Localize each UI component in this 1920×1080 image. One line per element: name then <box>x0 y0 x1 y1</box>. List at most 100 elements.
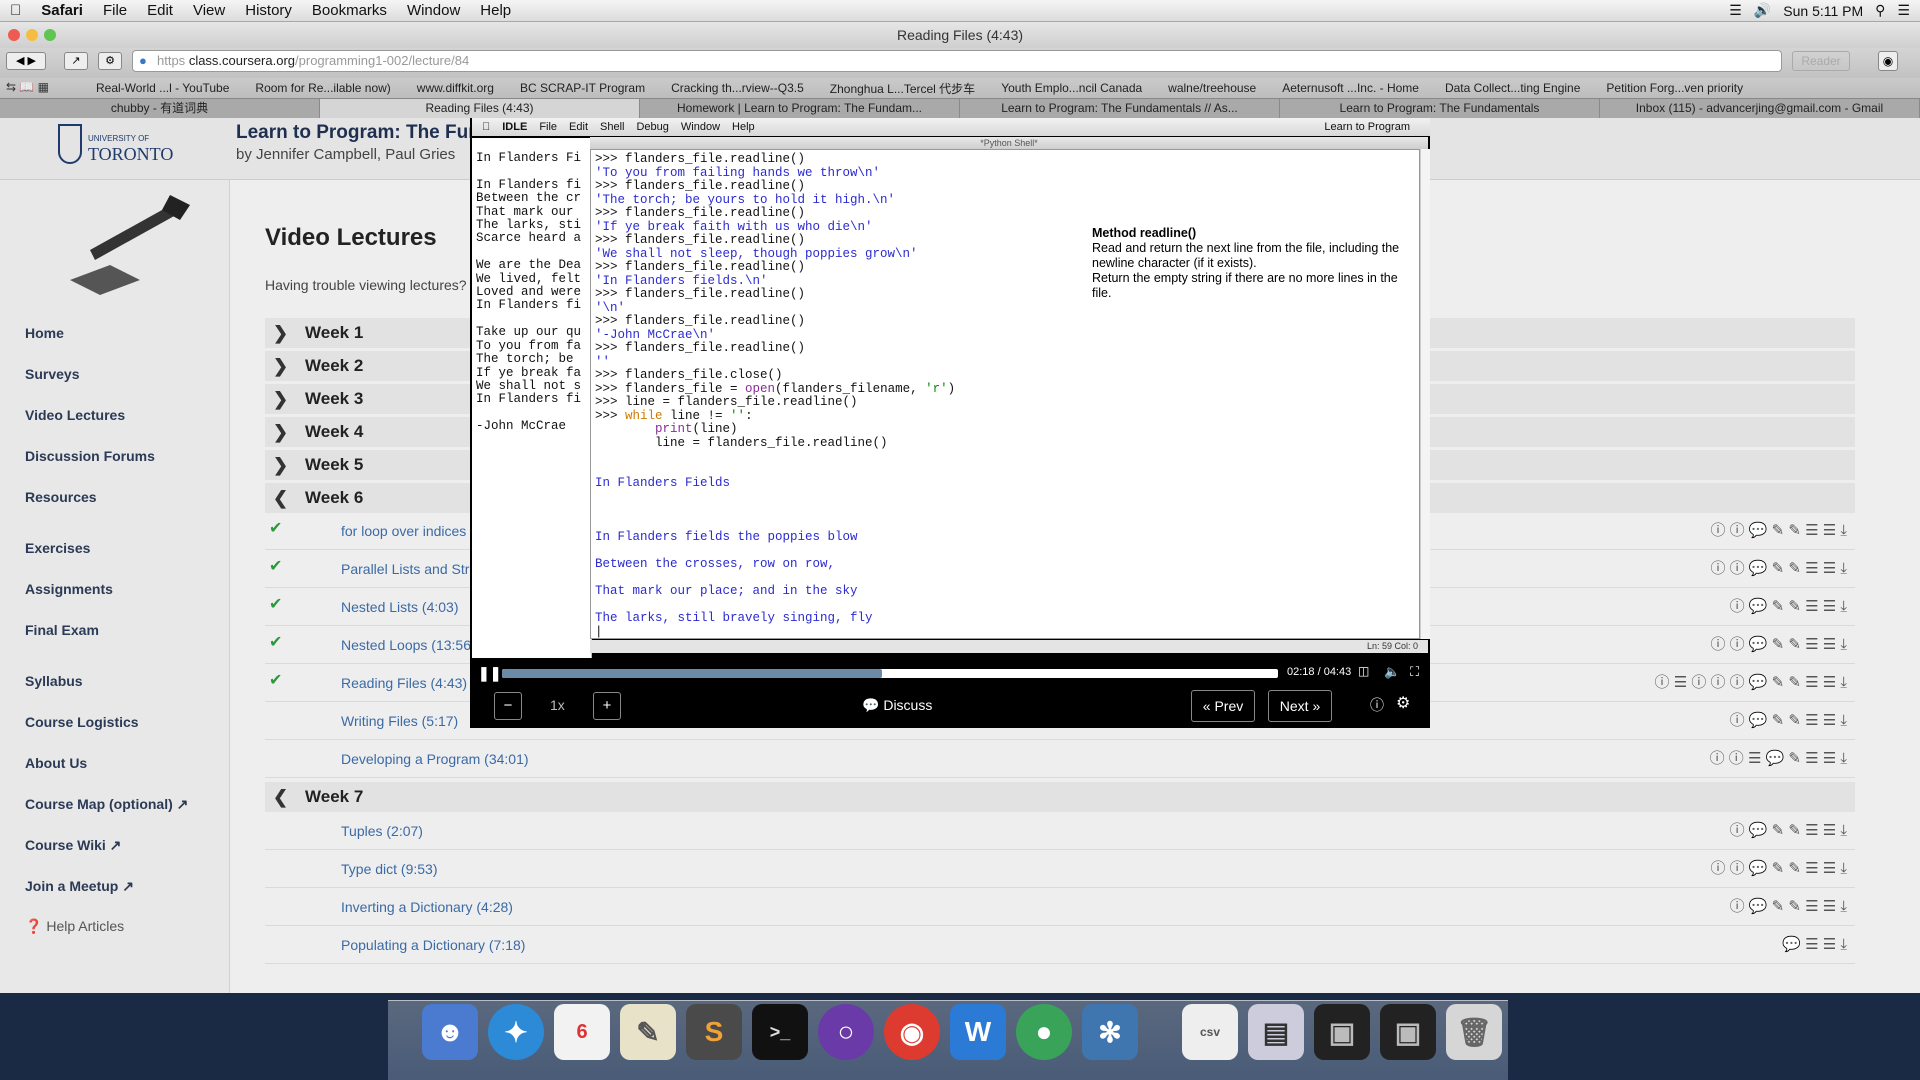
bookmark-item[interactable]: walne/treehouse <box>1168 81 1256 95</box>
safari-icon[interactable]: ✦ <box>488 1004 544 1060</box>
lecture-row[interactable]: Tuples (2:07) ⓘ 💬 ✎ ✎ ☰ ☰ ⤓ <box>265 812 1855 850</box>
lecture-title[interactable]: Populating a Dictionary (7:18) <box>341 937 525 953</box>
lecture-icons[interactable]: ⓘ ⓘ 💬 ✎ ✎ ☰ ☰ ⤓ <box>1710 512 1847 550</box>
menubar-clock[interactable]: Sun 5:11 PM <box>1783 3 1863 19</box>
reader-button[interactable]: Reader <box>1792 51 1850 71</box>
sublime-text-icon[interactable]: S <box>686 1004 742 1060</box>
lecture-title[interactable]: Nested Loops (13:56 <box>341 637 471 653</box>
discuss-button[interactable]: 💬 Discuss <box>862 697 932 714</box>
lecture-title[interactable]: for loop over indices <box>341 523 466 539</box>
zoom-window-button[interactable] <box>44 29 56 41</box>
menu-help[interactable]: Help <box>470 2 521 19</box>
menu-edit[interactable]: Edit <box>137 2 183 19</box>
download-icon[interactable]: ◉ <box>1878 51 1898 71</box>
lecture-icons[interactable]: ⓘ 💬 ✎ ✎ ☰ ☰ ⤓ <box>1730 812 1847 850</box>
nav-course-wiki[interactable]: Course Wiki ↗ <box>25 837 121 854</box>
back-forward-icon[interactable]: ◀ ▶ <box>6 52 46 70</box>
volume-icon[interactable]: 🔊 <box>1754 2 1771 19</box>
menu-file[interactable]: File <box>93 2 137 19</box>
menu-bookmarks[interactable]: Bookmarks <box>302 2 397 19</box>
volume-icon[interactable]: 🔈 <box>1384 664 1400 680</box>
menu-history[interactable]: History <box>235 2 302 19</box>
lecture-icons[interactable]: ⓘ 💬 ✎ ✎ ☰ ☰ ⤓ <box>1730 888 1847 926</box>
csv-file-icon[interactable]: csv <box>1182 1004 1238 1060</box>
pause-icon[interactable]: ❚❚ <box>478 665 501 682</box>
wifi-icon[interactable]: ☰ <box>1729 2 1742 19</box>
lecture-icons[interactable]: ⓘ 💬 ✎ ✎ ☰ ☰ ⤓ <box>1730 702 1847 740</box>
lecture-icons[interactable]: ⓘ ⓘ 💬 ✎ ✎ ☰ ☰ ⤓ <box>1710 850 1847 888</box>
bookmark-item[interactable]: Data Collect...ting Engine <box>1445 81 1580 95</box>
tab-item[interactable]: Learn to Program: The Fundamentals // As… <box>960 99 1280 118</box>
lecture-icons[interactable]: ⓘ ⓘ ☰ 💬 ✎ ☰ ☰ ⤓ <box>1710 740 1847 778</box>
lecture-row[interactable]: Populating a Dictionary (7:18) 💬 ☰ ☰ ⤓ <box>265 926 1855 964</box>
nav-course-logistics[interactable]: Course Logistics <box>25 714 139 730</box>
calendar-icon[interactable]: 6 <box>554 1004 610 1060</box>
lecture-title[interactable]: Parallel Lists and Str <box>341 561 469 577</box>
lecture-icons[interactable]: ⓘ ⓘ 💬 ✎ ✎ ☰ ☰ ⤓ <box>1710 550 1847 588</box>
finder-icon[interactable]: ☻ <box>422 1004 478 1060</box>
lecture-icons[interactable]: 💬 ☰ ☰ ⤓ <box>1782 926 1847 964</box>
lecture-title[interactable]: Nested Lists (4:03) <box>341 599 459 615</box>
bookmark-item[interactable]: Room for Re...ilable now) <box>255 81 390 95</box>
lecture-title[interactable]: Type dict (9:53) <box>341 861 438 877</box>
minimized-window-icon[interactable]: ▣ <box>1380 1004 1436 1060</box>
nav-discussion-forums[interactable]: Discussion Forums <box>25 448 155 464</box>
captions-icon[interactable]: ◫ <box>1358 664 1369 678</box>
bookmark-item[interactable]: Youth Emplo...ncil Canada <box>1001 81 1142 95</box>
nav-about-us[interactable]: About Us <box>25 755 87 771</box>
lecture-title[interactable]: Inverting a Dictionary (4:28) <box>341 899 513 915</box>
game-center-icon[interactable]: ● <box>1016 1004 1072 1060</box>
gear-icon[interactable]: ⚙ <box>1396 693 1410 713</box>
bookmark-item[interactable]: Real-World ...l - YouTube <box>96 81 229 95</box>
nav-home[interactable]: Home <box>25 325 64 341</box>
chrome-icon[interactable]: ◉ <box>884 1004 940 1060</box>
nav-video-lectures[interactable]: Video Lectures <box>25 407 125 423</box>
nav-final-exam[interactable]: Final Exam <box>25 622 99 638</box>
nav-resources[interactable]: Resources <box>25 489 97 505</box>
trash-icon[interactable]: 🗑 <box>1446 1004 1502 1060</box>
bookmark-item[interactable]: Petition Forg...ven priority <box>1606 81 1743 95</box>
bookmark-item[interactable]: Zhonghua L...Tercel 代步车 <box>830 80 975 97</box>
bookmark-item[interactable]: www.diffkit.org <box>417 81 494 95</box>
lecture-title[interactable]: Developing a Program (34:01) <box>341 751 529 767</box>
apple-icon[interactable]:  <box>0 2 31 19</box>
list-icon[interactable]: ☰ <box>1897 2 1910 19</box>
nav-join-meetup[interactable]: Join a Meetup ↗ <box>25 878 134 895</box>
eclipse-icon[interactable]: ○ <box>818 1004 874 1060</box>
word-icon[interactable]: W <box>950 1004 1006 1060</box>
lecture-icons[interactable]: ⓘ ⓘ 💬 ✎ ✎ ☰ ☰ ⤓ <box>1710 626 1847 664</box>
close-window-button[interactable] <box>8 29 20 41</box>
nav-syllabus[interactable]: Syllabus <box>25 673 83 689</box>
tab-item[interactable]: Learn to Program: The Fundamentals <box>1280 99 1600 118</box>
minimized-window-icon[interactable]: ▣ <box>1314 1004 1370 1060</box>
nav-help-articles[interactable]: ❓ Help Articles <box>25 918 124 935</box>
tab-item-active[interactable]: Reading Files (4:43) <box>320 99 640 118</box>
lecture-title[interactable]: Writing Files (5:17) <box>341 713 458 729</box>
menu-window[interactable]: Window <box>397 2 470 19</box>
lecture-row[interactable]: Inverting a Dictionary (4:28) ⓘ 💬 ✎ ✎ ☰ ☰… <box>265 888 1855 926</box>
week-header[interactable]: ❮ Week 7 <box>265 782 1855 812</box>
lecture-title[interactable]: Reading Files (4:43) <box>341 675 467 691</box>
fullscreen-icon[interactable]: ⛶ <box>1410 664 1419 680</box>
reading-list-icon[interactable]: ⇆ 📖 ▦ <box>6 80 49 94</box>
prev-button[interactable]: « Prev <box>1191 690 1255 722</box>
info-icon[interactable]: ⓘ <box>1370 695 1384 715</box>
tab-item[interactable]: Homework | Learn to Program: The Fundam.… <box>640 99 960 118</box>
faster-button[interactable]: + <box>593 692 621 720</box>
bookmark-item[interactable]: Cracking th...rview--Q3.5 <box>671 81 804 95</box>
textedit-icon[interactable]: ✎ <box>620 1004 676 1060</box>
course-title[interactable]: Learn to Program: The Fun <box>236 122 480 144</box>
nav-exercises[interactable]: Exercises <box>25 540 90 556</box>
menu-app-safari[interactable]: Safari <box>31 2 93 19</box>
document-stack-icon[interactable]: ▤ <box>1248 1004 1304 1060</box>
share-icon[interactable]: ↗ <box>64 52 88 70</box>
nav-course-map[interactable]: Course Map (optional) ↗ <box>25 796 188 813</box>
tab-item[interactable]: chubby - 有道词典 <box>0 99 320 118</box>
lecture-row[interactable]: Type dict (9:53) ⓘ ⓘ 💬 ✎ ✎ ☰ ☰ ⤓ <box>265 850 1855 888</box>
nav-surveys[interactable]: Surveys <box>25 366 79 382</box>
address-bar[interactable]: ● https class.coursera.org/programming1-… <box>132 50 1782 72</box>
lecture-title[interactable]: Tuples (2:07) <box>341 823 423 839</box>
lecture-row[interactable]: Developing a Program (34:01) ⓘ ⓘ ☰ 💬 ✎ ☰ … <box>265 740 1855 778</box>
python-launcher-icon[interactable]: ✻ <box>1082 1004 1138 1060</box>
menu-view[interactable]: View <box>183 2 235 19</box>
